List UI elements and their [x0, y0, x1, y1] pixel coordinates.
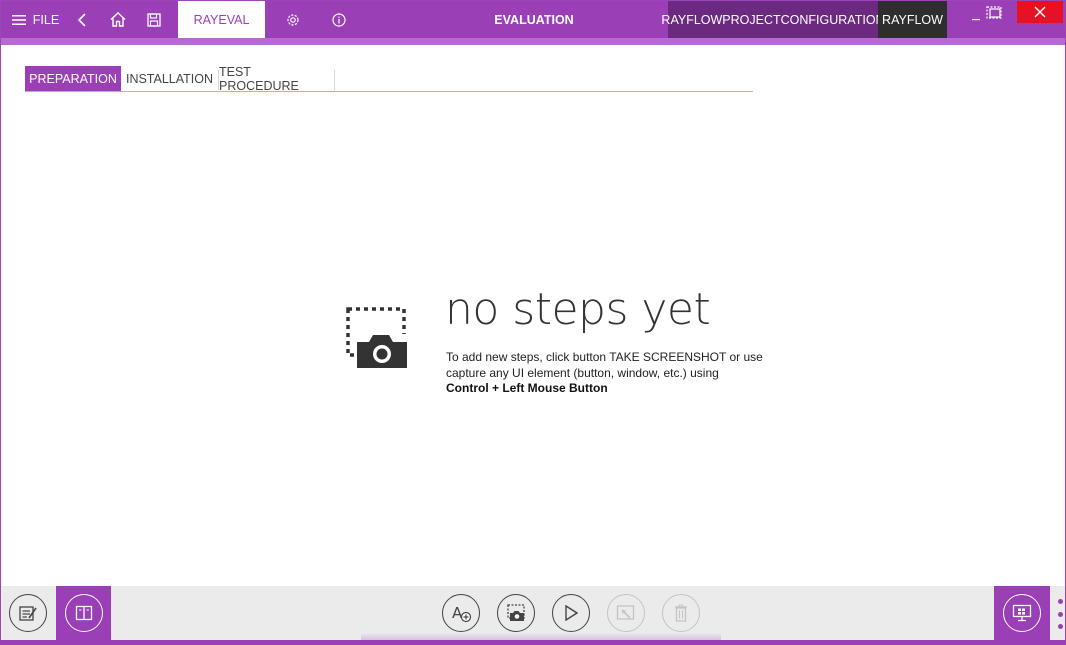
app-window: FILE RAYEVAL EVALUATION RAYFLOWPROJECTCO…	[0, 0, 1066, 645]
menu-icon[interactable]	[9, 1, 29, 38]
empty-state-description: To add new steps, click button TAKE SCRE…	[446, 350, 763, 380]
remote-desktop-icon[interactable]	[1003, 594, 1041, 632]
back-icon[interactable]	[71, 1, 93, 38]
minimize-icon[interactable]	[967, 7, 985, 25]
title-bar: FILE RAYEVAL EVALUATION RAYFLOWPROJECTCO…	[1, 1, 1065, 45]
tab-test-procedure[interactable]: TEST PROCEDURE	[219, 65, 334, 93]
settings-icon[interactable]	[282, 1, 304, 38]
home-icon[interactable]	[107, 1, 129, 38]
maximize-icon[interactable]	[985, 5, 1005, 23]
tab-separator	[334, 70, 335, 90]
tab-preparation[interactable]: PREPARATION	[25, 66, 121, 91]
more-options-dot	[1057, 611, 1063, 617]
file-menu-button[interactable]: FILE	[33, 1, 59, 38]
page-title: EVALUATION	[494, 12, 574, 27]
rayflow-button[interactable]: RAYFLOW	[878, 1, 947, 38]
more-options-icon[interactable]	[1056, 599, 1064, 629]
info-icon[interactable]	[328, 1, 350, 38]
title-bar-underline	[1, 38, 1065, 45]
tab-installation[interactable]: INSTALLATION	[121, 66, 218, 91]
bottom-accent-line	[0, 640, 1066, 645]
add-text-step-icon[interactable]: A	[442, 594, 480, 632]
edit-screenshot-icon[interactable]	[607, 594, 645, 632]
play-icon[interactable]	[552, 594, 590, 632]
more-options-dot	[1057, 599, 1063, 604]
notes-icon[interactable]	[9, 594, 47, 632]
project-configuration-button[interactable]: RAYFLOWPROJECTCONFIGURATION	[661, 1, 885, 38]
svg-text:A: A	[452, 604, 463, 622]
close-icon[interactable]	[1017, 1, 1063, 23]
save-icon[interactable]	[143, 1, 165, 38]
take-screenshot-icon[interactable]	[497, 594, 535, 632]
empty-state-shortcut: Control + Left Mouse Button	[446, 381, 608, 395]
more-options-dot	[1057, 624, 1063, 629]
screenshot-placeholder-icon	[345, 306, 411, 372]
empty-state-title: no steps yet	[445, 284, 711, 335]
sub-tab-bar: PREPARATION INSTALLATION TEST PROCEDURE	[25, 65, 753, 93]
split-view-icon[interactable]	[65, 594, 103, 632]
delete-icon[interactable]	[662, 594, 700, 632]
